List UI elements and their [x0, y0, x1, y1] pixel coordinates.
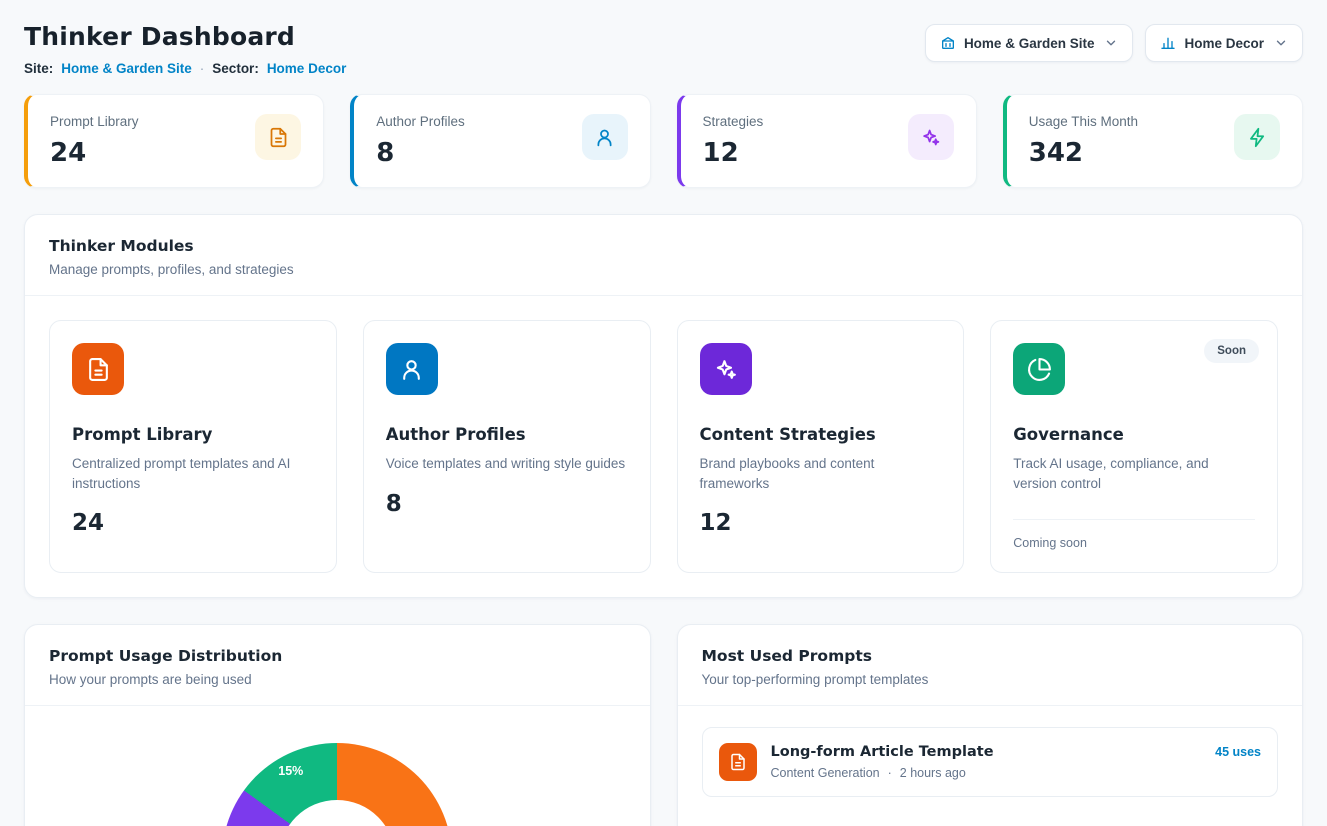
building-icon	[940, 35, 956, 51]
sector-selector-dropdown[interactable]: Home Decor	[1145, 24, 1303, 62]
stat-card-prompt-library: Prompt Library 24	[24, 94, 324, 188]
module-card-prompt-library[interactable]: Prompt Library Centralized prompt templa…	[49, 320, 337, 573]
chevron-down-icon	[1274, 36, 1288, 50]
module-count: 8	[386, 491, 628, 517]
stat-value: 24	[50, 138, 139, 168]
file-text-icon	[255, 114, 301, 160]
prompt-item-meta: Content Generation · 2 hours ago	[771, 766, 994, 780]
bar-chart-icon	[1160, 35, 1176, 51]
prompt-time: 2 hours ago	[900, 766, 966, 780]
stat-text: Prompt Library 24	[50, 114, 139, 168]
module-description: Voice templates and writing style guides	[386, 454, 628, 474]
user-icon	[386, 343, 438, 395]
usage-donut: 15%	[222, 743, 452, 826]
site-selector-label: Home & Garden Site	[964, 36, 1095, 51]
prompt-item-text: Long-form Article Template Content Gener…	[771, 744, 994, 780]
modules-panel-title: Thinker Modules	[49, 237, 1278, 255]
stat-value: 12	[703, 138, 764, 168]
sector-link[interactable]: Home Decor	[267, 61, 347, 76]
breadcrumb: Site: Home & Garden Site · Sector: Home …	[24, 61, 346, 76]
sparkle-icon	[908, 114, 954, 160]
module-title: Prompt Library	[72, 425, 314, 444]
stat-text: Usage This Month 342	[1029, 114, 1138, 168]
stat-label: Strategies	[703, 114, 764, 129]
sector-label: Sector:	[212, 61, 259, 76]
sparkle-icon	[700, 343, 752, 395]
most-used-prompts-card: Most Used Prompts Your top-performing pr…	[677, 624, 1304, 826]
donut-segment-label: 15%	[278, 764, 303, 778]
header-selectors: Home & Garden Site Home Decor	[925, 24, 1303, 62]
prompt-item-title: Long-form Article Template	[771, 744, 994, 760]
stat-value: 342	[1029, 138, 1138, 168]
stat-card-strategies: Strategies 12	[677, 94, 977, 188]
prompts-card-title: Most Used Prompts	[702, 647, 1279, 665]
module-divider	[1013, 519, 1255, 520]
module-description: Centralized prompt templates and AI inst…	[72, 454, 314, 493]
prompts-card-header: Most Used Prompts Your top-performing pr…	[678, 625, 1303, 706]
meta-separator: ·	[888, 766, 892, 780]
stat-text: Author Profiles 8	[376, 114, 465, 168]
module-title: Author Profiles	[386, 425, 628, 444]
modules-panel-subtitle: Manage prompts, profiles, and strategies	[49, 262, 1278, 277]
module-description: Track AI usage, compliance, and version …	[1013, 454, 1255, 493]
site-link[interactable]: Home & Garden Site	[61, 61, 192, 76]
file-text-icon	[719, 743, 757, 781]
stat-label: Usage This Month	[1029, 114, 1138, 129]
prompt-list-item[interactable]: Long-form Article Template Content Gener…	[702, 727, 1279, 797]
site-selector-dropdown[interactable]: Home & Garden Site	[925, 24, 1134, 62]
file-text-icon	[72, 343, 124, 395]
module-card-governance[interactable]: Soon Governance Track AI usage, complian…	[990, 320, 1278, 573]
prompt-category: Content Generation	[771, 766, 880, 780]
usage-card-subtitle: How your prompts are being used	[49, 672, 626, 687]
stat-card-usage: Usage This Month 342	[1003, 94, 1303, 188]
module-count: 24	[72, 510, 314, 536]
prompt-uses-badge: 45 uses	[1215, 745, 1261, 759]
module-card-content-strategies[interactable]: Content Strategies Brand playbooks and c…	[677, 320, 965, 573]
meta-separator: ·	[200, 61, 205, 76]
header-left: Thinker Dashboard Site: Home & Garden Si…	[24, 14, 346, 76]
modules-grid: Prompt Library Centralized prompt templa…	[25, 296, 1302, 597]
bottom-row: Prompt Usage Distribution How your promp…	[24, 624, 1303, 826]
stat-value: 8	[376, 138, 465, 168]
coming-soon-text: Coming soon	[1013, 536, 1255, 550]
stat-card-author-profiles: Author Profiles 8	[350, 94, 650, 188]
module-title: Content Strategies	[700, 425, 942, 444]
module-card-author-profiles[interactable]: Author Profiles Voice templates and writ…	[363, 320, 651, 573]
chevron-down-icon	[1104, 36, 1118, 50]
stat-label: Prompt Library	[50, 114, 139, 129]
usage-chart-body: 15%	[25, 743, 650, 826]
lightning-icon	[1234, 114, 1280, 160]
page-title: Thinker Dashboard	[24, 22, 346, 51]
thinker-modules-panel: Thinker Modules Manage prompts, profiles…	[24, 214, 1303, 598]
stats-row: Prompt Library 24 Author Profiles 8 Stra…	[24, 94, 1303, 188]
sector-selector-label: Home Decor	[1184, 36, 1264, 51]
modules-panel-header: Thinker Modules Manage prompts, profiles…	[25, 215, 1302, 296]
prompts-card-subtitle: Your top-performing prompt templates	[702, 672, 1279, 687]
module-description: Brand playbooks and content frameworks	[700, 454, 942, 493]
module-count: 12	[700, 510, 942, 536]
stat-label: Author Profiles	[376, 114, 465, 129]
soon-badge: Soon	[1204, 339, 1259, 363]
usage-distribution-card: Prompt Usage Distribution How your promp…	[24, 624, 651, 826]
topbar: Thinker Dashboard Site: Home & Garden Si…	[24, 14, 1303, 76]
site-label: Site:	[24, 61, 53, 76]
usage-card-title: Prompt Usage Distribution	[49, 647, 626, 665]
module-title: Governance	[1013, 425, 1255, 444]
usage-card-header: Prompt Usage Distribution How your promp…	[25, 625, 650, 706]
donut-hole	[279, 800, 395, 826]
user-icon	[582, 114, 628, 160]
stat-text: Strategies 12	[703, 114, 764, 168]
pie-chart-icon	[1013, 343, 1065, 395]
dashboard-page: Thinker Dashboard Site: Home & Garden Si…	[0, 0, 1327, 826]
